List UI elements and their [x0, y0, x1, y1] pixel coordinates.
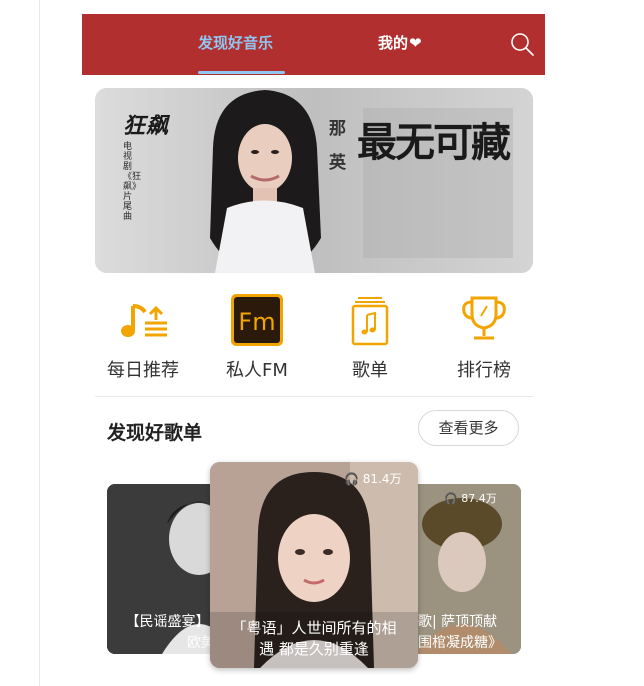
top-header: 发现好音乐 我的❤: [82, 14, 545, 75]
tab-mine-label: 我的: [378, 34, 409, 52]
section-title: 发现好歌单: [107, 422, 203, 444]
playlist-card-center[interactable]: 🎧 81.4万 「粤语」人世间所有的相 遇 都是久别重逢: [210, 462, 418, 668]
banner-carousel[interactable]: 狂飙 电视剧《狂飙》片尾曲 那英 最无可藏: [95, 88, 533, 273]
fm-icon: Fm: [231, 294, 283, 346]
nav-playlist[interactable]: 歌单: [320, 292, 420, 382]
playlist-center-plays-count: 81.4万: [362, 472, 402, 486]
active-tab-indicator: [198, 71, 285, 74]
playlist-card-right[interactable]: 🎧 87.4万 热歌| 萨顶顶献 《围棺凝成糖》: [404, 484, 521, 654]
tab-mine[interactable]: 我的❤: [378, 14, 422, 75]
playlist-center-caption: 「粤语」人世间所有的相 遇 都是久别重逢: [210, 618, 418, 660]
playlist-right-plays: 🎧 87.4万: [444, 490, 497, 506]
quick-nav: 每日推荐 Fm 私人FM 歌单 排行榜: [82, 292, 545, 392]
svg-text:Fm: Fm: [238, 308, 275, 336]
playlist-center-plays: 🎧 81.4万: [344, 470, 402, 487]
nav-daily-recommend-label: 每日推荐: [107, 360, 179, 381]
view-more-button[interactable]: 查看更多: [418, 410, 519, 446]
nav-daily-recommend[interactable]: 每日推荐: [93, 292, 193, 382]
search-icon[interactable]: [510, 32, 534, 56]
playlist-right-caption-line2: 《围棺凝成糖》: [404, 635, 502, 651]
nav-private-fm[interactable]: Fm 私人FM: [207, 292, 307, 382]
nav-playlist-label: 歌单: [352, 360, 388, 381]
banner-song-title: 最无可藏: [357, 120, 511, 166]
nav-charts-label: 排行榜: [457, 360, 511, 381]
page-left-border: [39, 0, 40, 686]
heart-icon: ❤: [409, 34, 422, 52]
playlist-right-caption: 热歌| 萨顶顶献 《围棺凝成糖》: [404, 612, 521, 654]
banner-artist: 那英: [329, 119, 346, 173]
nav-private-fm-label: 私人FM: [226, 360, 288, 381]
playlist-icon: [351, 297, 389, 346]
headphones-icon: 🎧: [444, 492, 458, 505]
playlist-right-plays-count: 87.4万: [461, 492, 497, 505]
tab-discover[interactable]: 发现好音乐: [198, 14, 273, 75]
playlist-right-caption-line1: 热歌| 萨顶顶献: [404, 614, 498, 630]
section-divider: [95, 396, 533, 397]
playlist-center-caption-line1: 「粤语」人世间所有的相: [231, 619, 397, 637]
nav-charts[interactable]: 排行榜: [434, 292, 534, 382]
headphones-icon: 🎧: [344, 472, 359, 486]
daily-recommend-icon: [121, 304, 167, 337]
trophy-icon: [462, 296, 506, 340]
banner-show-title: 狂飙: [123, 114, 170, 139]
playlist-center-caption-line2: 遇 都是久别重逢: [259, 640, 369, 658]
music-app-view: 发现好音乐 我的❤ 狂飙 电视剧《狂飙》片尾曲 那英 最无可藏 每日推荐 Fm …: [82, 14, 545, 686]
banner-show-desc: 电视剧《狂飙》片尾曲: [123, 142, 142, 222]
